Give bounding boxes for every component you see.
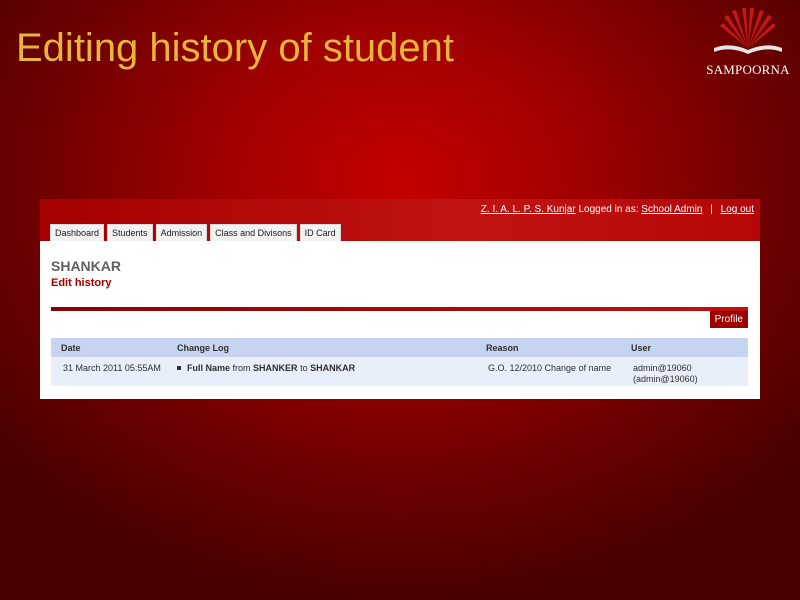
tab-admission[interactable]: Admission <box>155 224 208 241</box>
user-line-1: admin@19060 <box>633 363 692 373</box>
student-name: SHANKAR <box>51 258 121 274</box>
bullet-icon <box>177 366 181 371</box>
table-row: 31 March 2011 05:55AM Full Name from SHA… <box>51 357 748 386</box>
logout-link[interactable]: Log out <box>721 204 754 215</box>
sampoorna-logo: SAMPOORNA <box>700 8 796 80</box>
logo-text: SAMPOORNA <box>706 62 790 77</box>
row-date: 31 March 2011 05:55AM <box>63 363 161 373</box>
section-divider <box>51 307 748 311</box>
row-change-log: Full Name from SHANKER to SHANKAR <box>177 363 355 373</box>
header-separator: | <box>710 204 713 215</box>
user-bar: Z. I. A. L. P. S. Kunjar Logged in as: S… <box>481 204 754 215</box>
slide-title: Editing history of student <box>16 26 455 70</box>
old-value: SHANKER <box>253 363 298 373</box>
user-line-2: (admin@19060) <box>633 374 698 384</box>
row-user: admin@19060 (admin@19060) <box>633 363 698 385</box>
column-header-date: Date <box>61 343 81 353</box>
book-icon <box>714 8 782 54</box>
changed-field: Full Name <box>187 363 231 373</box>
tab-class-and-divisions[interactable]: Class and Divisons <box>210 224 297 241</box>
app-header: Z. I. A. L. P. S. Kunjar Logged in as: S… <box>40 199 760 241</box>
logged-in-label: Logged in as: <box>578 204 639 215</box>
new-value: SHANKAR <box>310 363 356 373</box>
column-header-user: User <box>631 343 652 353</box>
school-name-link[interactable]: Z. I. A. L. P. S. Kunjar <box>481 204 576 215</box>
main-tabs: Dashboard Students Admission Class and D… <box>50 224 341 241</box>
to-label: to <box>300 363 308 373</box>
page-subtitle: Edit history <box>51 277 112 289</box>
row-reason: G.O. 12/2010 Change of name <box>488 363 612 373</box>
history-table-header: Date Change Log Reason User <box>51 338 748 357</box>
app-window: Z. I. A. L. P. S. Kunjar Logged in as: S… <box>40 199 760 399</box>
tab-students[interactable]: Students <box>107 224 153 241</box>
school-admin-link[interactable]: School Admin <box>641 204 702 215</box>
tab-id-card[interactable]: ID Card <box>299 224 341 241</box>
from-label: from <box>232 363 251 373</box>
profile-button[interactable]: Profile <box>709 311 748 328</box>
tab-dashboard[interactable]: Dashboard <box>50 224 105 241</box>
column-header-reason: Reason <box>486 343 519 353</box>
column-header-change-log: Change Log <box>177 343 229 353</box>
